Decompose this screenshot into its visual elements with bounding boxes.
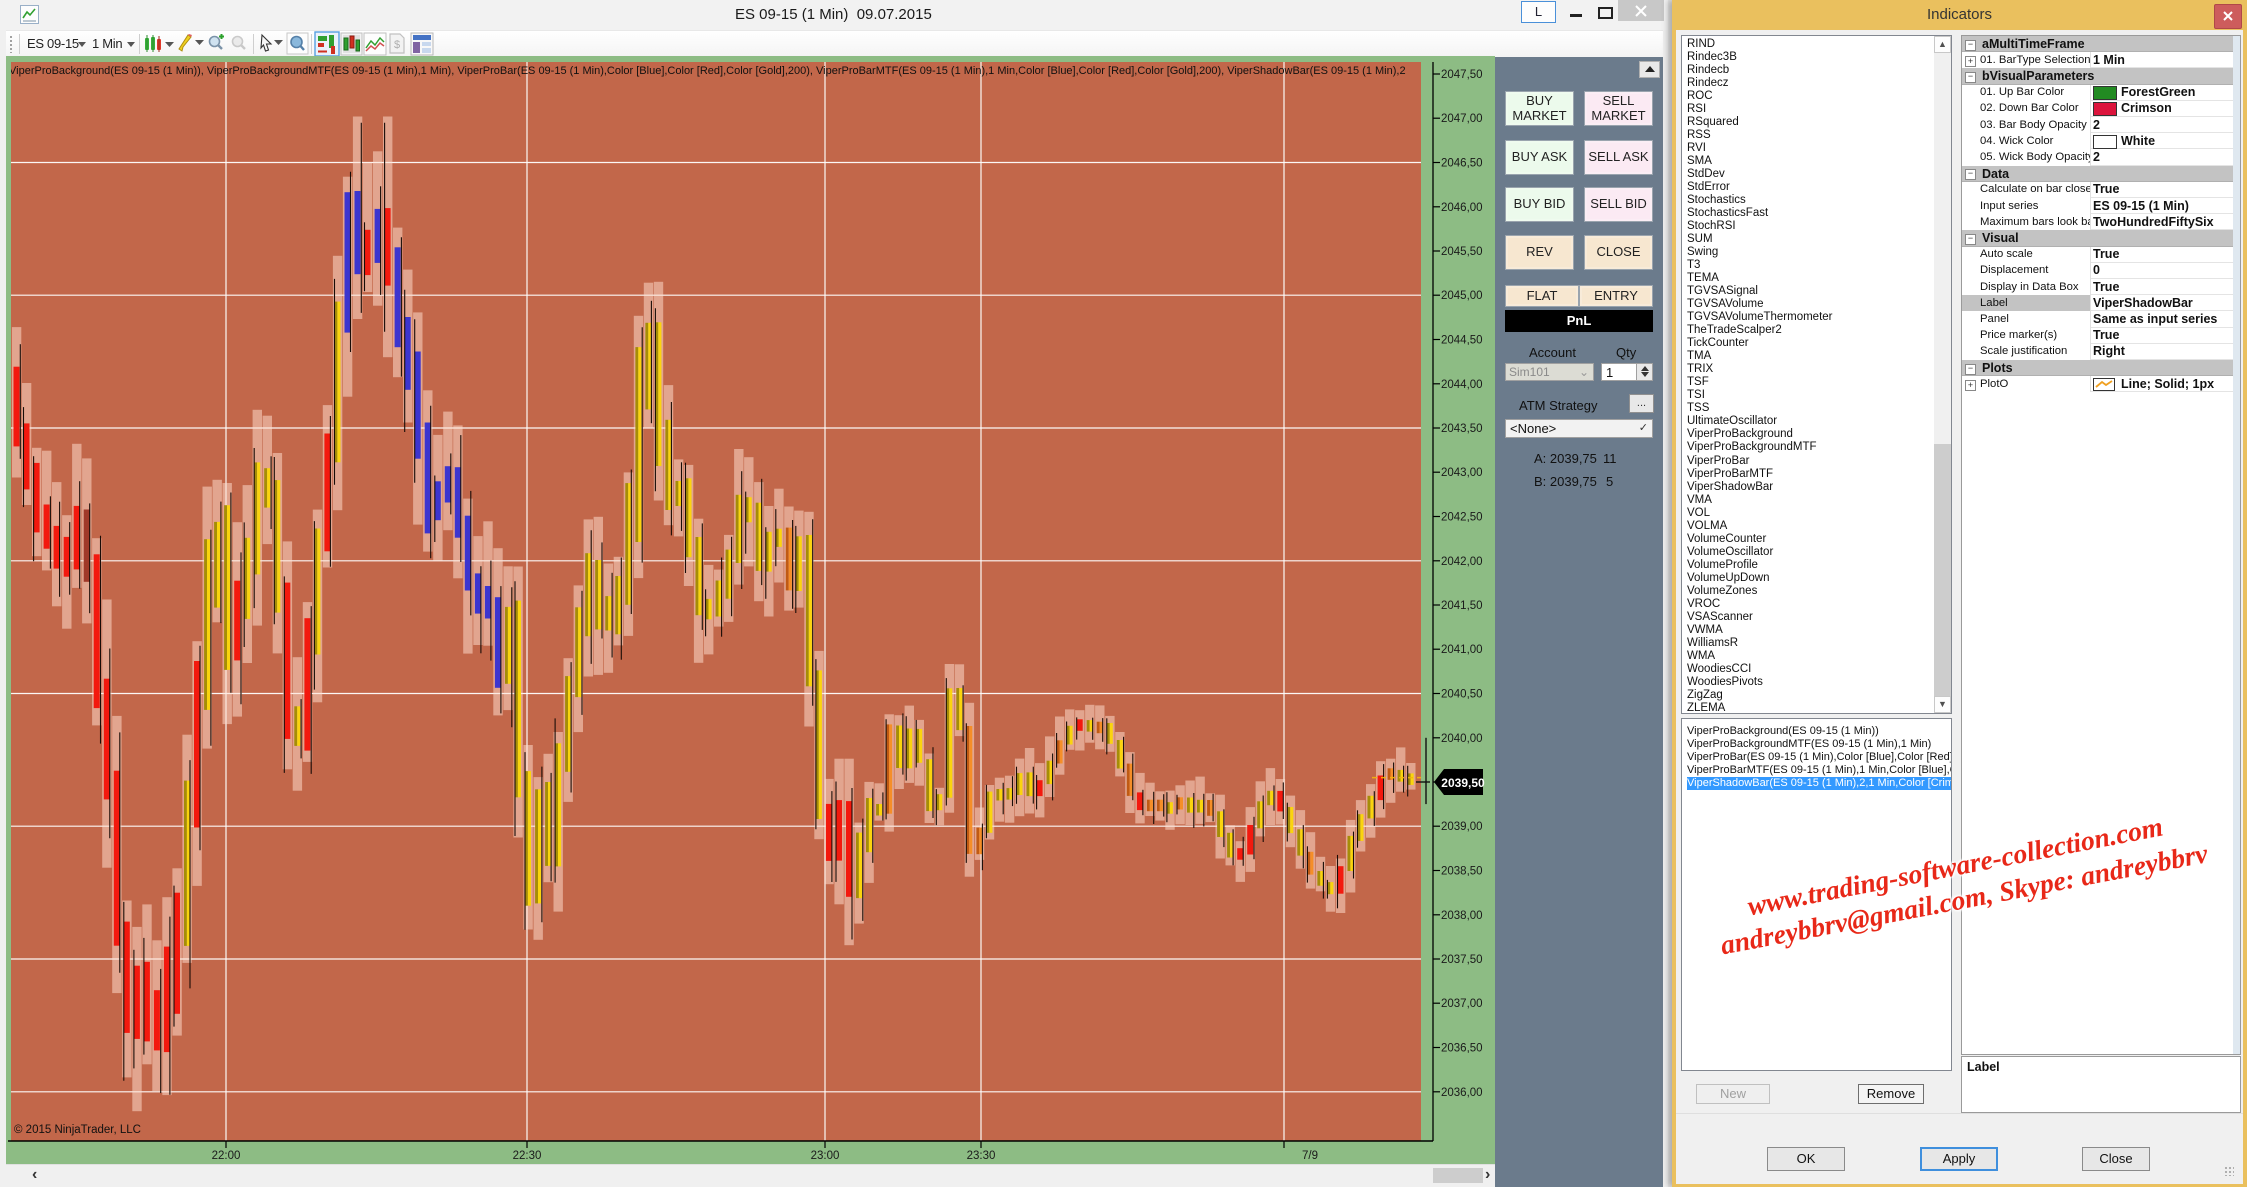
svg-text:22:30: 22:30 [513,1150,542,1162]
svg-text:2046,00: 2046,00 [1441,202,1483,214]
svg-text:2044,50: 2044,50 [1441,335,1483,347]
svg-text:23:00: 23:00 [811,1150,840,1162]
svg-text:2036,50: 2036,50 [1441,1043,1483,1055]
svg-text:ViperProBackground(ES 09-15 (1: ViperProBackground(ES 09-15 (1 Min)), Vi… [9,65,1406,77]
svg-text:2045,00: 2045,00 [1441,290,1483,302]
svg-text:2039,00: 2039,00 [1441,821,1483,833]
svg-text:2047,50: 2047,50 [1441,69,1483,81]
svg-text:2043,50: 2043,50 [1441,423,1483,435]
svg-text:2040,50: 2040,50 [1441,689,1483,701]
svg-text:2039,50: 2039,50 [1441,776,1485,790]
svg-text:2040,00: 2040,00 [1441,733,1483,745]
svg-text:2041,00: 2041,00 [1441,644,1483,656]
svg-text:2047,00: 2047,00 [1441,113,1483,125]
svg-text:2046,50: 2046,50 [1441,158,1483,170]
svg-text:2041,50: 2041,50 [1441,600,1483,612]
svg-text:2038,00: 2038,00 [1441,910,1483,922]
svg-text:2036,00: 2036,00 [1441,1087,1483,1099]
svg-text:© 2015 NinjaTrader, LLC: © 2015 NinjaTrader, LLC [14,1124,141,1136]
svg-text:7/9: 7/9 [1302,1150,1318,1162]
svg-text:$: $ [394,39,400,51]
svg-text:2043,00: 2043,00 [1441,467,1483,479]
svg-text:23:30: 23:30 [967,1150,996,1162]
svg-text:2037,50: 2037,50 [1441,954,1483,966]
svg-text:2045,50: 2045,50 [1441,246,1483,258]
svg-text:2042,00: 2042,00 [1441,556,1483,568]
svg-text:2042,50: 2042,50 [1441,512,1483,524]
svg-text:2037,00: 2037,00 [1441,998,1483,1010]
svg-text:2044,00: 2044,00 [1441,379,1483,391]
svg-text:2038,50: 2038,50 [1441,866,1483,878]
svg-text:22:00: 22:00 [212,1150,241,1162]
